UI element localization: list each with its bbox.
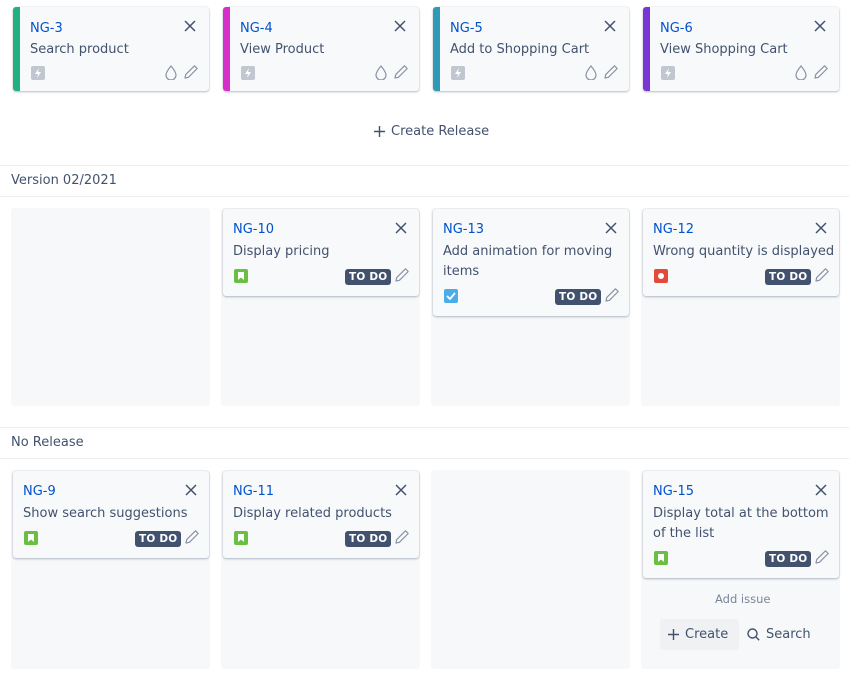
task-checkbox-icon bbox=[444, 289, 458, 303]
status-badge: TO DO bbox=[555, 289, 602, 305]
close-icon[interactable] bbox=[184, 20, 198, 34]
issue-key[interactable]: NG-5 bbox=[450, 21, 483, 36]
story-icon bbox=[234, 531, 248, 545]
epic-card[interactable]: NG-3 Search product bbox=[13, 7, 209, 91]
edit-pencil-icon[interactable] bbox=[184, 529, 200, 545]
create-issue-button[interactable]: Create bbox=[660, 619, 739, 650]
drop-icon bbox=[794, 64, 808, 81]
issue-card[interactable]: NG-9 Show search suggestions TO DO bbox=[13, 471, 209, 558]
status-badge: TO DO bbox=[345, 531, 392, 547]
swimlane-column bbox=[11, 208, 210, 406]
status-badge: TO DO bbox=[765, 551, 812, 567]
plus-icon bbox=[374, 126, 385, 137]
create-release-label: Create Release bbox=[391, 124, 490, 139]
edit-pencil-icon[interactable] bbox=[394, 267, 410, 283]
issue-card[interactable]: NG-10 Display pricing TO DO bbox=[223, 209, 419, 296]
story-icon bbox=[24, 531, 38, 545]
close-icon[interactable] bbox=[604, 20, 618, 34]
divider bbox=[0, 165, 849, 166]
bug-icon bbox=[654, 269, 668, 283]
issue-summary: Add to Shopping Cart bbox=[450, 42, 590, 57]
close-icon[interactable] bbox=[395, 484, 409, 498]
section-title-version: Version 02/2021 bbox=[11, 173, 117, 188]
drop-icon bbox=[164, 64, 178, 81]
issue-key[interactable]: NG-13 bbox=[443, 222, 484, 237]
issue-key[interactable]: NG-15 bbox=[653, 484, 694, 499]
epic-bolt-icon bbox=[451, 66, 465, 80]
close-icon[interactable] bbox=[815, 484, 829, 498]
issue-summary: View Product bbox=[240, 42, 325, 57]
edit-pencil-icon[interactable] bbox=[814, 549, 830, 565]
close-icon[interactable] bbox=[815, 222, 829, 236]
story-icon bbox=[234, 269, 248, 283]
epic-color-stripe bbox=[13, 7, 20, 91]
issue-summary: Add animation for moving items bbox=[443, 244, 613, 279]
issue-key[interactable]: NG-11 bbox=[233, 484, 274, 499]
edit-pencil-icon[interactable] bbox=[604, 287, 620, 303]
epic-bolt-icon bbox=[241, 66, 255, 80]
divider bbox=[0, 427, 849, 428]
epic-color-stripe bbox=[223, 7, 230, 91]
divider bbox=[0, 458, 849, 459]
create-label: Create bbox=[685, 627, 729, 642]
issue-summary: Wrong quantity is displayed bbox=[653, 244, 835, 259]
drop-icon bbox=[374, 64, 388, 81]
issue-summary: Display pricing bbox=[233, 244, 330, 259]
epic-card[interactable]: NG-6 View Shopping Cart bbox=[643, 7, 839, 91]
edit-pencil-icon[interactable] bbox=[393, 64, 409, 80]
create-release-button[interactable]: Create Release bbox=[374, 124, 489, 139]
issue-card[interactable]: NG-13 Add animation for moving items TO … bbox=[433, 209, 629, 316]
search-icon bbox=[747, 628, 760, 641]
edit-pencil-icon[interactable] bbox=[183, 64, 199, 80]
issue-key[interactable]: NG-10 bbox=[233, 222, 274, 237]
plus-icon bbox=[668, 629, 679, 640]
issue-key[interactable]: NG-4 bbox=[240, 21, 273, 36]
close-icon[interactable] bbox=[605, 222, 619, 236]
search-issue-button[interactable]: Search bbox=[747, 619, 811, 650]
issue-key[interactable]: NG-3 bbox=[30, 21, 63, 36]
close-icon[interactable] bbox=[185, 484, 199, 498]
close-icon[interactable] bbox=[395, 222, 409, 236]
issue-card[interactable]: NG-15 Display total at the bottom of the… bbox=[643, 471, 839, 578]
epic-color-stripe bbox=[433, 7, 440, 91]
edit-pencil-icon[interactable] bbox=[394, 529, 410, 545]
issue-summary: Show search suggestions bbox=[23, 506, 188, 521]
edit-pencil-icon[interactable] bbox=[814, 267, 830, 283]
close-icon[interactable] bbox=[814, 20, 828, 34]
drop-icon bbox=[584, 64, 598, 81]
status-badge: TO DO bbox=[765, 269, 812, 285]
epic-color-stripe bbox=[643, 7, 650, 91]
close-icon[interactable] bbox=[394, 20, 408, 34]
section-title-no-release: No Release bbox=[11, 435, 84, 450]
issue-summary: Display related products bbox=[233, 506, 392, 521]
epic-bolt-icon bbox=[661, 66, 675, 80]
issue-key[interactable]: NG-12 bbox=[653, 222, 694, 237]
edit-pencil-icon[interactable] bbox=[603, 64, 619, 80]
issue-summary: View Shopping Cart bbox=[660, 42, 788, 57]
search-label: Search bbox=[766, 627, 811, 642]
issue-key[interactable]: NG-9 bbox=[23, 484, 56, 499]
epic-card[interactable]: NG-5 Add to Shopping Cart bbox=[433, 7, 629, 91]
swimlane-column bbox=[431, 470, 630, 669]
issue-summary: Search product bbox=[30, 42, 129, 57]
edit-pencil-icon[interactable] bbox=[813, 64, 829, 80]
status-badge: TO DO bbox=[345, 269, 392, 285]
issue-key[interactable]: NG-6 bbox=[660, 21, 693, 36]
status-badge: TO DO bbox=[135, 531, 182, 547]
issue-card[interactable]: NG-12 Wrong quantity is displayed TO DO bbox=[643, 209, 839, 296]
issue-card[interactable]: NG-11 Display related products TO DO bbox=[223, 471, 419, 558]
epic-bolt-icon bbox=[31, 66, 45, 80]
add-issue-label: Add issue bbox=[715, 592, 771, 606]
issue-summary: Display total at the bottom of the list bbox=[653, 506, 829, 541]
epic-card[interactable]: NG-4 View Product bbox=[223, 7, 419, 91]
story-icon bbox=[654, 551, 668, 565]
divider bbox=[0, 196, 849, 197]
